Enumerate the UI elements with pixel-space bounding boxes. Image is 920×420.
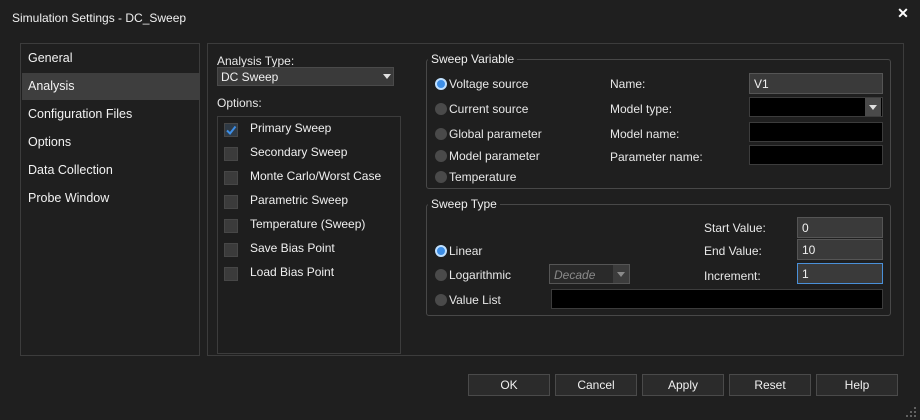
option-label: Primary Sweep [250,121,332,135]
analysis-type-label: Analysis Type: [217,54,295,68]
increment-field[interactable]: 1 [797,263,883,284]
end-value-field[interactable]: 10 [797,239,883,260]
logarithmic-radio[interactable] [435,269,447,281]
radio-label: Model parameter [449,149,540,163]
option-label: Save Bias Point [250,241,335,255]
model-type-label: Model type: [610,102,673,116]
primary-sweep-checkbox[interactable] [224,123,238,137]
reset-button[interactable]: Reset [729,374,811,396]
parametric-sweep-checkbox[interactable] [224,195,238,209]
load-bias-point-checkbox[interactable] [224,267,238,281]
chevron-down-icon [617,271,625,277]
radio-label: Global parameter [449,127,542,141]
start-value-label: Start Value: [704,221,766,235]
nav-item-options[interactable]: Options [22,129,200,156]
name-label: Name: [610,77,646,91]
name-field[interactable]: V1 [749,73,883,94]
temperature-radio[interactable] [435,171,447,183]
model-name-field[interactable] [749,122,883,142]
nav-item-general[interactable]: General [22,45,200,72]
radio-label: Voltage source [449,77,529,91]
option-label: Temperature (Sweep) [250,217,366,231]
log-scale-value: Decade [554,268,596,282]
value-list-field[interactable] [551,289,883,309]
apply-button[interactable]: Apply [642,374,724,396]
radio-label: Value List [449,293,501,307]
resize-grip-icon[interactable] [905,406,917,418]
options-label: Options: [217,96,262,110]
analysis-type-select[interactable]: DC Sweep [217,67,394,86]
sweep-type-title: Sweep Type [428,197,500,211]
window-title: Simulation Settings - DC_Sweep [12,11,187,25]
model-type-select[interactable] [749,97,883,117]
radio-label: Linear [449,244,483,258]
help-button[interactable]: Help [816,374,898,396]
parameter-name-field[interactable] [749,145,883,165]
increment-label: Increment: [704,269,761,283]
option-label: Monte Carlo/Worst Case [250,169,382,183]
analysis-type-value: DC Sweep [221,70,279,84]
secondary-sweep-checkbox[interactable] [224,147,238,161]
check-icon [226,125,237,136]
option-label: Parametric Sweep [250,193,349,207]
voltage-source-radio[interactable] [435,78,447,90]
option-label: Load Bias Point [250,265,335,279]
current-source-radio[interactable] [435,103,447,115]
start-value-field[interactable]: 0 [797,217,883,238]
log-scale-select[interactable]: Decade [549,264,630,284]
parameter-name-label: Parameter name: [610,150,703,164]
temperature-sweep-checkbox[interactable] [224,219,238,233]
end-value-label: End Value: [704,244,762,258]
radio-label: Current source [449,102,529,116]
log-scale-dropdown-button[interactable] [613,265,629,283]
model-name-label: Model name: [610,127,680,141]
monte-carlo-checkbox[interactable] [224,171,238,185]
model-parameter-radio[interactable] [435,150,447,162]
sweep-variable-title: Sweep Variable [428,52,518,66]
global-parameter-radio[interactable] [435,128,447,140]
nav-item-data-collection[interactable]: Data Collection [22,157,200,184]
nav-item-analysis[interactable]: Analysis [22,73,200,100]
save-bias-point-checkbox[interactable] [224,243,238,257]
model-type-dropdown-button[interactable] [865,98,881,116]
radio-label: Logarithmic [449,268,512,282]
radio-label: Temperature [449,170,517,184]
linear-radio[interactable] [435,245,447,257]
chevron-down-icon [869,104,877,110]
cancel-button[interactable]: Cancel [555,374,637,396]
ok-button[interactable]: OK [468,374,550,396]
settings-nav: General Analysis Configuration Files Opt… [20,43,200,356]
close-icon[interactable]: ✕ [895,5,911,21]
nav-item-probe-window[interactable]: Probe Window [22,185,200,212]
nav-item-configuration-files[interactable]: Configuration Files [22,101,200,128]
chevron-down-icon [383,74,391,79]
option-label: Secondary Sweep [250,145,348,159]
value-list-radio[interactable] [435,294,447,306]
